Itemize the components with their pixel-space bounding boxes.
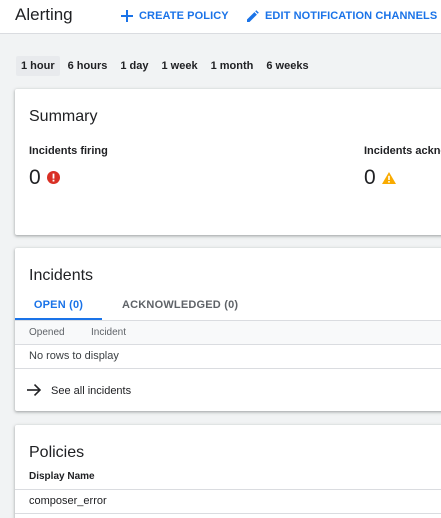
empty-table-message: No rows to display [15,345,441,369]
time-range-1-day[interactable]: 1 day [115,56,153,76]
policies-title: Policies [29,444,85,461]
create-policy-label: CREATE POLICY [139,10,229,22]
error-icon [46,166,60,190]
time-range-1-month[interactable]: 1 month [206,56,259,76]
plus-icon [121,10,133,22]
column-header-opened[interactable]: Opened [29,327,65,338]
warning-icon [381,166,396,190]
see-all-incidents-link[interactable]: See all incidents [27,380,131,402]
summary-title: Summary [29,108,98,125]
alerting-page: Alerting CREATE POLICY EDIT NOTIFICATION… [0,0,441,518]
create-policy-button[interactable]: CREATE POLICY [121,7,229,25]
incidents-firing-label: Incidents firing [29,145,108,157]
column-header-display-name[interactable]: Display Name [15,466,441,490]
time-range-selector: 1 hour 6 hours 1 day 1 week 1 month 6 we… [16,56,317,76]
time-range-6-weeks[interactable]: 6 weeks [261,56,313,76]
summary-card: Summary Incidents firing 0 Incidents ack… [15,89,441,235]
incidents-card: Incidents OPEN (0) ACKNOWLEDGED (0) Open… [15,248,441,411]
tab-acknowledged[interactable]: ACKNOWLEDGED (0) [122,292,238,320]
incidents-acknowledged-metric: 0 [364,166,396,190]
see-all-incidents-label: See all incidents [51,385,132,397]
incidents-firing-metric: 0 [29,166,60,190]
time-range-1-week[interactable]: 1 week [157,56,203,76]
policy-row[interactable]: composer_error [15,490,441,514]
incidents-table-header: Opened Incident [15,320,441,345]
column-header-incident[interactable]: Incident [91,327,126,338]
page-header: Alerting CREATE POLICY EDIT NOTIFICATION… [0,0,441,34]
edit-notification-channels-label: EDIT NOTIFICATION CHANNELS [265,10,438,22]
time-range-1-hour[interactable]: 1 hour [16,56,60,76]
incidents-firing-value: 0 [29,166,41,189]
page-title: Alerting [15,5,73,24]
incidents-acknowledged-value: 0 [364,166,376,189]
tab-open[interactable]: OPEN (0) [15,292,102,320]
edit-notification-channels-button[interactable]: EDIT NOTIFICATION CHANNELS [247,7,437,25]
incidents-tabs: OPEN (0) ACKNOWLEDGED (0) [15,292,441,320]
time-range-6-hours[interactable]: 6 hours [63,56,113,76]
arrow-right-icon [27,383,42,399]
incidents-title: Incidents [29,267,94,284]
policies-card: Policies Display Name composer_error [15,425,441,518]
incidents-acknowledged-label: Incidents ackno [364,145,441,157]
pencil-icon [247,10,259,22]
